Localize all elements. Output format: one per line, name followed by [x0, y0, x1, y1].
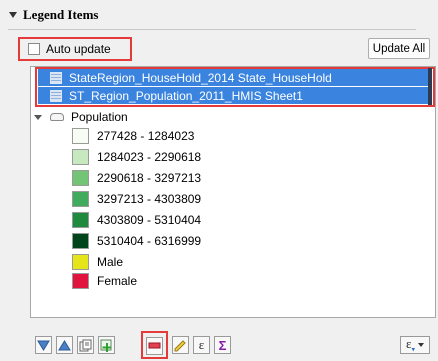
sigma-icon: Σ: [218, 337, 227, 353]
legend-item-label: 1284023 - 2290618: [97, 150, 202, 164]
polygon-layer-icon: [50, 113, 64, 121]
legend-item-label: 4303809 - 5310404: [97, 213, 202, 227]
legend-item-label: 3297213 - 4303809: [97, 192, 202, 206]
color-swatch: [72, 212, 89, 228]
remove-button-highlight: [141, 331, 168, 359]
count-button[interactable]: Σ: [214, 336, 231, 354]
filter-expression-button[interactable]: ε▾: [400, 336, 430, 354]
update-all-button[interactable]: Update All: [368, 38, 430, 59]
add-layer-button[interactable]: [98, 336, 115, 354]
section-title: Legend Items: [23, 7, 99, 22]
add-group-icon: [79, 339, 92, 351]
legend-item-label: Female: [97, 274, 138, 288]
legend-item[interactable]: 1284023 - 2290618: [72, 148, 201, 166]
filter-epsilon-icon: ε▾: [406, 336, 415, 354]
auto-update-highlight: Auto update: [18, 37, 132, 61]
group-population[interactable]: Population: [34, 109, 128, 125]
edit-item-button[interactable]: [172, 336, 189, 354]
auto-update-label[interactable]: Auto update: [46, 42, 111, 56]
collapse-triangle-icon[interactable]: [9, 12, 17, 18]
color-swatch: [72, 149, 89, 165]
legend-item[interactable]: Female: [72, 272, 137, 290]
dropdown-arrow-icon: [417, 343, 424, 347]
pencil-icon: [174, 339, 186, 351]
legend-item[interactable]: Male: [72, 253, 123, 271]
auto-update-checkbox[interactable]: [28, 43, 40, 55]
tree-scrollbar[interactable]: [428, 68, 432, 105]
header-divider: [8, 29, 416, 30]
color-swatch: [72, 273, 89, 289]
selection-highlight: [35, 67, 435, 107]
legend-item-label: 277428 - 1284023: [97, 129, 195, 143]
move-up-button[interactable]: [56, 336, 73, 354]
color-swatch: [72, 191, 89, 207]
group-label: Population: [71, 110, 128, 124]
legend-item[interactable]: 277428 - 1284023: [72, 127, 194, 145]
color-swatch: [72, 170, 89, 186]
color-swatch: [72, 128, 89, 144]
arrow-up-icon: [58, 339, 71, 350]
legend-item-label: 5310404 - 6316999: [97, 234, 202, 248]
color-swatch: [72, 233, 89, 249]
color-swatch: [72, 254, 89, 270]
epsilon-icon: ε: [198, 337, 205, 352]
legend-item-label: 2290618 - 3297213: [97, 171, 202, 185]
arrow-down-icon: [37, 340, 50, 351]
move-down-button[interactable]: [35, 336, 52, 354]
legend-item[interactable]: 5310404 - 6316999: [72, 232, 201, 250]
legend-item[interactable]: 3297213 - 4303809: [72, 190, 201, 208]
legend-items-header[interactable]: Legend Items: [6, 4, 98, 26]
legend-item-label: Male: [97, 255, 124, 269]
add-layer-icon: [100, 339, 111, 352]
legend-item[interactable]: 2290618 - 3297213: [72, 169, 201, 187]
expression-button[interactable]: ε: [193, 336, 210, 354]
expand-arrow-icon[interactable]: [34, 114, 42, 120]
add-group-button[interactable]: [77, 336, 94, 354]
legend-item[interactable]: 4303809 - 5310404: [72, 211, 201, 229]
